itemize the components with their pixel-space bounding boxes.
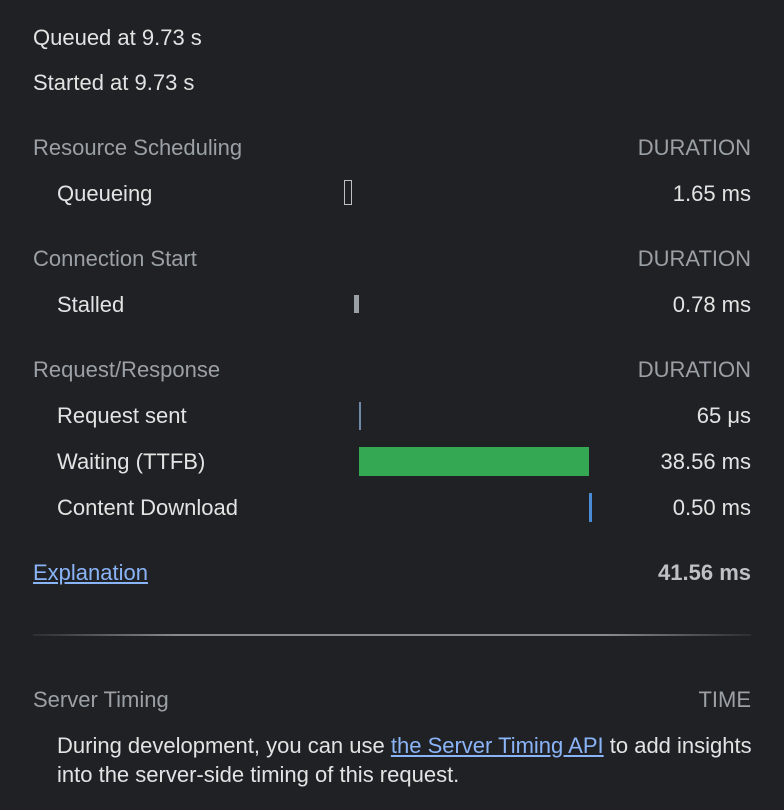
server-timing-text-before: During development, you can use bbox=[57, 733, 391, 758]
explanation-link[interactable]: Explanation bbox=[33, 560, 148, 586]
section-title-request-response: Request/Response bbox=[33, 357, 221, 382]
section-title-server-timing: Server Timing bbox=[33, 687, 169, 712]
started-at-text: Started at 9.73 s bbox=[33, 70, 195, 95]
stalled-label: Stalled bbox=[57, 292, 125, 317]
duration-header: DURATION bbox=[637, 246, 751, 271]
request-sent-bar bbox=[359, 402, 361, 430]
queueing-label: Queueing bbox=[57, 181, 153, 206]
request-sent-value: 65 μs bbox=[696, 403, 751, 428]
time-header: TIME bbox=[698, 687, 751, 712]
total-duration: 41.56 ms bbox=[658, 560, 751, 585]
server-timing-api-link[interactable]: the Server Timing API bbox=[391, 733, 604, 758]
request-sent-label: Request sent bbox=[57, 403, 187, 428]
queueing-bar bbox=[344, 180, 352, 205]
queueing-value: 1.65 ms bbox=[672, 181, 751, 206]
stalled-value: 0.78 ms bbox=[672, 292, 751, 317]
section-title-resource-scheduling: Resource Scheduling bbox=[33, 135, 243, 160]
waiting-ttfb-value: 38.56 ms bbox=[660, 449, 752, 474]
server-timing-description: During development, you can use the Serv… bbox=[57, 731, 757, 789]
section-title-connection-start: Connection Start bbox=[33, 246, 197, 271]
stalled-bar bbox=[354, 295, 359, 313]
waiting-ttfb-label: Waiting (TTFB) bbox=[57, 449, 206, 474]
queued-at-text: Queued at 9.73 s bbox=[33, 25, 202, 50]
content-download-label: Content Download bbox=[57, 495, 239, 520]
content-download-value: 0.50 ms bbox=[672, 495, 751, 520]
waiting-ttfb-bar bbox=[359, 447, 589, 476]
section-divider bbox=[33, 634, 751, 636]
duration-header: DURATION bbox=[637, 357, 751, 382]
content-download-bar bbox=[589, 493, 592, 522]
duration-header: DURATION bbox=[637, 135, 751, 160]
